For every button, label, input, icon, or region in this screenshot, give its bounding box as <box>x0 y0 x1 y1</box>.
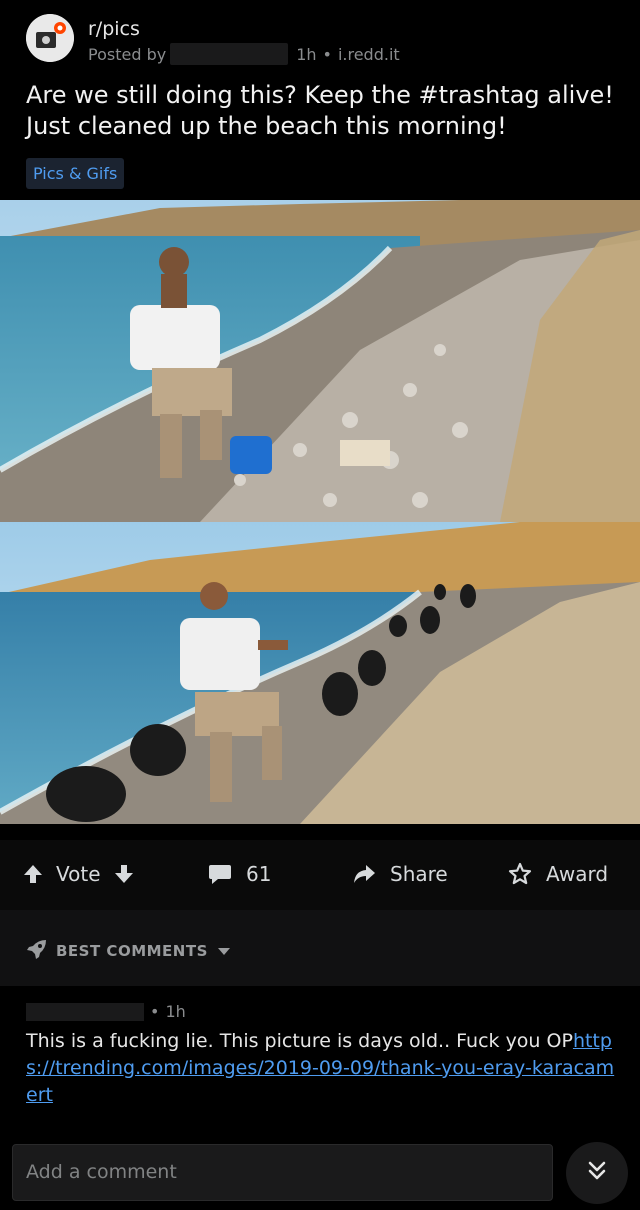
redacted-username <box>170 43 289 65</box>
vote-label: Vote <box>56 862 101 886</box>
comment-composer-bar: Add a comment <box>0 1134 640 1210</box>
post-title[interactable]: Are we still doing this? Keep the #trash… <box>26 80 626 142</box>
comment-age: 1h <box>165 1002 186 1021</box>
posted-by-label: Posted by <box>88 44 167 64</box>
post-flair[interactable]: Pics & Gifs <box>26 158 125 189</box>
share-label: Share <box>390 862 448 886</box>
comment-count: 61 <box>246 862 272 886</box>
rocket-icon <box>26 938 48 964</box>
double-chevron-down-icon <box>586 1160 608 1186</box>
post-meta: Posted by 1h • i.redd.it <box>88 43 400 65</box>
comments-button[interactable]: 61 <box>208 862 271 886</box>
comment-text: This is a fucking lie. This picture is d… <box>26 1030 573 1052</box>
comment-item[interactable]: • 1h This is a fucking lie. This picture… <box>0 986 640 1134</box>
meta-separator: • <box>150 1002 160 1021</box>
comment-body: This is a fucking lie. This picture is d… <box>26 1028 616 1109</box>
next-comment-button[interactable] <box>566 1142 628 1204</box>
vote-control: Vote <box>22 862 135 886</box>
comment-bubble-icon <box>208 863 232 885</box>
sort-label: BEST COMMENTS <box>56 942 208 960</box>
award-icon <box>508 862 532 886</box>
subreddit-avatar[interactable] <box>26 14 74 62</box>
comment-meta: • 1h <box>26 1002 186 1021</box>
share-button[interactable]: Share <box>352 862 448 886</box>
caret-down-icon <box>217 942 230 960</box>
post-header: r/pics Posted by 1h • i.redd.it Are we s… <box>0 0 640 200</box>
arrow-up-icon[interactable] <box>22 863 44 885</box>
meta-separator: • <box>322 44 332 64</box>
award-button[interactable]: Award <box>508 862 608 886</box>
post-image-top[interactable] <box>0 200 640 522</box>
post-domain[interactable]: i.redd.it <box>338 45 400 64</box>
post-image-bottom[interactable] <box>0 522 640 824</box>
add-comment-input[interactable]: Add a comment <box>12 1144 553 1201</box>
arrow-down-icon[interactable] <box>113 863 135 885</box>
post-action-bar: Vote 61 Share Award <box>0 840 640 910</box>
redacted-username <box>26 1002 144 1021</box>
comment-sort-button[interactable]: BEST COMMENTS <box>26 938 230 964</box>
share-arrow-icon <box>352 863 376 885</box>
comment-sort-bar: BEST COMMENTS <box>0 910 640 986</box>
subreddit-name[interactable]: r/pics <box>88 18 140 40</box>
post-age: 1h <box>296 44 317 64</box>
award-label: Award <box>546 862 609 886</box>
